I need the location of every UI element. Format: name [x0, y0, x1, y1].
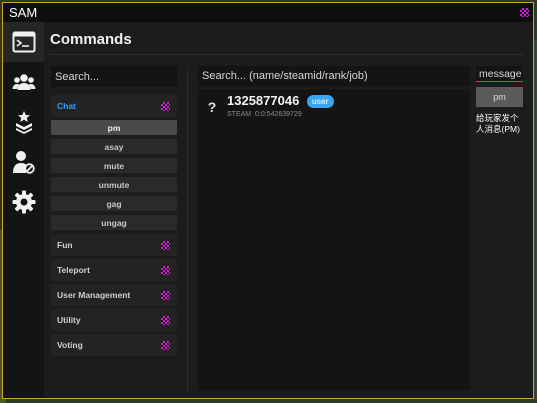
category-label: User Management: [57, 290, 131, 300]
message-input[interactable]: message: [476, 66, 523, 82]
category-icon: [161, 101, 170, 111]
player-search-input[interactable]: [198, 66, 470, 86]
users-icon: [12, 74, 35, 90]
category-label: Teleport: [57, 265, 90, 275]
sidebar-item-commands[interactable]: [3, 22, 44, 62]
category-fun[interactable]: Fun: [51, 234, 177, 256]
command-help-text: 给玩家发个人消息(PM): [476, 113, 520, 134]
window-title: SAM: [9, 5, 38, 20]
category-icon: [161, 265, 170, 275]
command-unmute[interactable]: unmute: [51, 177, 177, 192]
command-mute[interactable]: mute: [51, 158, 177, 173]
page-header: Commands: [50, 28, 524, 55]
player-steamid: STEAM_0:0:542639729: [227, 111, 302, 117]
category-teleport[interactable]: Teleport: [51, 259, 177, 281]
page-title: Commands: [50, 31, 132, 48]
category-label: Fun: [57, 240, 73, 250]
category-utility[interactable]: Utility: [51, 309, 177, 331]
category-label: Voting: [57, 340, 83, 350]
unknown-avatar-icon: ?: [207, 99, 217, 115]
sidebar-item-ranks[interactable]: [3, 102, 44, 142]
category-search-input[interactable]: [51, 66, 177, 87]
category-icon: [161, 290, 170, 300]
player-name: 1325877046: [227, 93, 300, 108]
close-icon[interactable]: [520, 8, 529, 17]
category-icon: [161, 315, 170, 325]
player-row[interactable]: ? 1325877046 user STEAM_0:0:542639729: [204, 93, 464, 119]
category-label: Chat: [57, 101, 76, 111]
category-label: Utility: [57, 315, 81, 325]
ranks-icon: [15, 111, 32, 134]
command-pm[interactable]: pm: [51, 120, 177, 135]
category-icon: [161, 340, 170, 350]
category-voting[interactable]: Voting: [51, 334, 177, 356]
command-gag[interactable]: gag: [51, 196, 177, 211]
title-bar[interactable]: SAM: [3, 3, 533, 22]
category-user-management[interactable]: User Management: [51, 284, 177, 306]
chat-command-list: pm asay mute unmute gag ungag: [51, 120, 177, 230]
run-command-button[interactable]: pm: [476, 87, 523, 107]
sidebar-item-settings[interactable]: [3, 182, 44, 222]
gear-icon: [12, 190, 35, 214]
player-list: ? 1325877046 user STEAM_0:0:542639729: [198, 89, 470, 390]
category-chat[interactable]: Chat: [51, 95, 177, 117]
category-list: Chat pm asay mute unmute gag ungag Fun T…: [51, 95, 177, 359]
rank-badge: user: [307, 95, 334, 108]
terminal-icon: [12, 31, 35, 53]
sidebar-item-players[interactable]: [3, 62, 44, 102]
sidebar: [3, 22, 44, 398]
sidebar-item-bans[interactable]: [3, 142, 44, 182]
user-ban-icon: [12, 151, 35, 174]
panel-divider: [187, 66, 188, 392]
category-icon: [161, 240, 170, 250]
command-asay[interactable]: asay: [51, 139, 177, 154]
command-ungag[interactable]: ungag: [51, 215, 177, 230]
